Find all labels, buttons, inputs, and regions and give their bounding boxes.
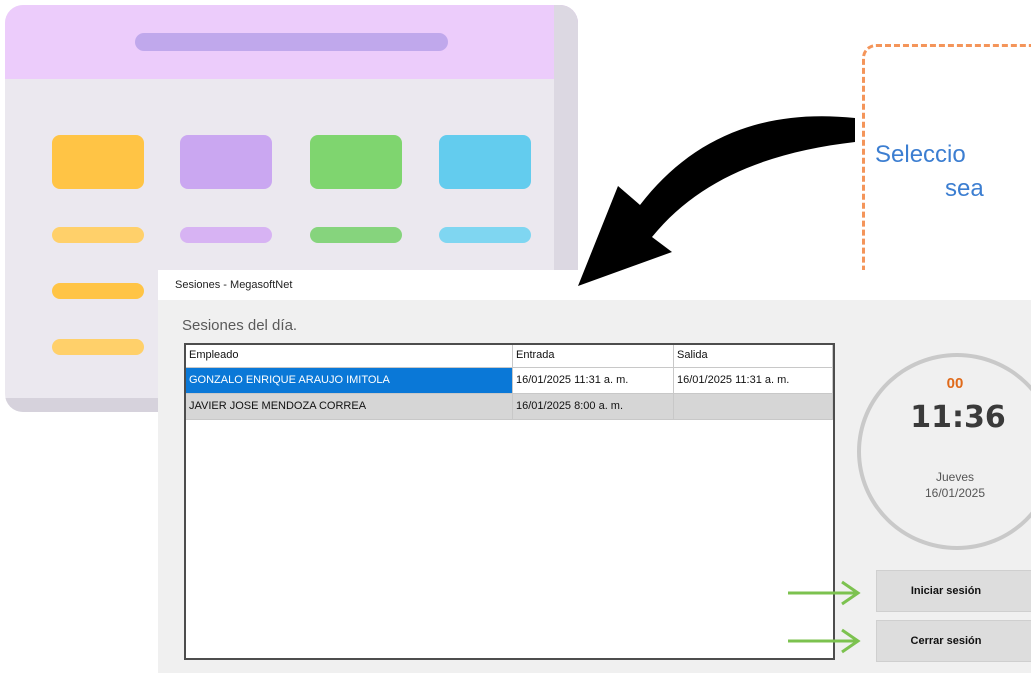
green-arrow-icon <box>788 628 861 654</box>
curved-arrow-icon <box>578 116 855 286</box>
green-arrow-icon <box>788 580 861 606</box>
